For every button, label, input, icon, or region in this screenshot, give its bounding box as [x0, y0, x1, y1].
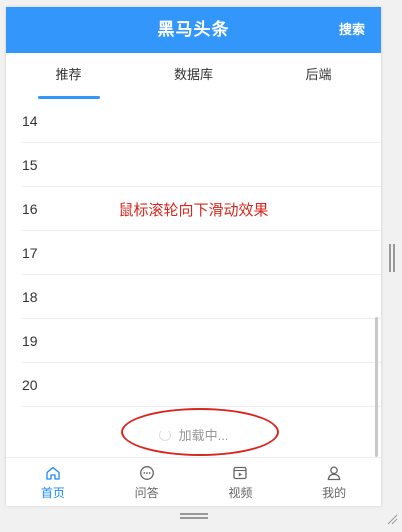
- tab-recommend[interactable]: 推荐: [6, 53, 131, 99]
- tab-label: 数据库: [173, 67, 213, 82]
- scrollbar[interactable]: [375, 317, 378, 457]
- tabbar-item-video[interactable]: 视频: [194, 458, 288, 506]
- chat-icon: [139, 466, 154, 480]
- page-title: 黑马头条: [157, 20, 230, 39]
- resize-grip-icon[interactable]: [386, 513, 398, 525]
- tab-database[interactable]: 数据库: [131, 53, 256, 97]
- list-item[interactable]: 19: [22, 319, 381, 363]
- tabbar-label: 我的: [322, 486, 347, 500]
- tabbar-item-qa[interactable]: 问答: [100, 458, 194, 506]
- list-item[interactable]: 17: [22, 231, 381, 275]
- search-button[interactable]: 搜索: [339, 7, 365, 53]
- list-item[interactable]: 15: [22, 143, 381, 187]
- list-item-label: 17: [22, 245, 38, 261]
- user-icon: [327, 466, 341, 481]
- channel-tabs: 推荐 数据库 后端: [6, 53, 381, 99]
- tabbar-label: 问答: [134, 486, 159, 500]
- list-item[interactable]: 14: [22, 99, 381, 143]
- tabbar-label: 视频: [228, 486, 253, 500]
- article-list[interactable]: 14 15 16 17 18 19 20: [6, 99, 381, 457]
- resize-handle-right[interactable]: [389, 244, 395, 272]
- mobile-viewport: 黑马头条 搜索 推荐 数据库 后端 14 15 16 17 18 19 20 鼠…: [6, 7, 381, 506]
- tabbar-item-home[interactable]: 首页: [6, 458, 100, 506]
- resize-handle-bottom[interactable]: [180, 513, 208, 519]
- highlight-ellipse: [121, 408, 279, 456]
- home-icon: [46, 466, 60, 480]
- list-item-label: 16: [22, 201, 38, 217]
- list-item[interactable]: 20: [22, 363, 381, 407]
- tab-label: 推荐: [55, 67, 82, 82]
- list-item-label: 18: [22, 289, 38, 305]
- bottom-tabbar: 首页 问答 视频 我的: [6, 457, 381, 506]
- list-item-label: 15: [22, 157, 38, 173]
- tab-backend[interactable]: 后端: [256, 53, 381, 97]
- list-item[interactable]: 16: [22, 187, 381, 231]
- list-item-label: 19: [22, 333, 38, 349]
- tabbar-item-mine[interactable]: 我的: [287, 458, 381, 506]
- navbar: 黑马头条 搜索: [6, 7, 381, 53]
- tabbar-label: 首页: [40, 486, 65, 500]
- tab-label: 后端: [305, 67, 332, 82]
- video-icon: [233, 466, 248, 480]
- list-item[interactable]: 18: [22, 275, 381, 319]
- list-item-label: 14: [22, 113, 38, 129]
- list-item-label: 20: [22, 377, 38, 393]
